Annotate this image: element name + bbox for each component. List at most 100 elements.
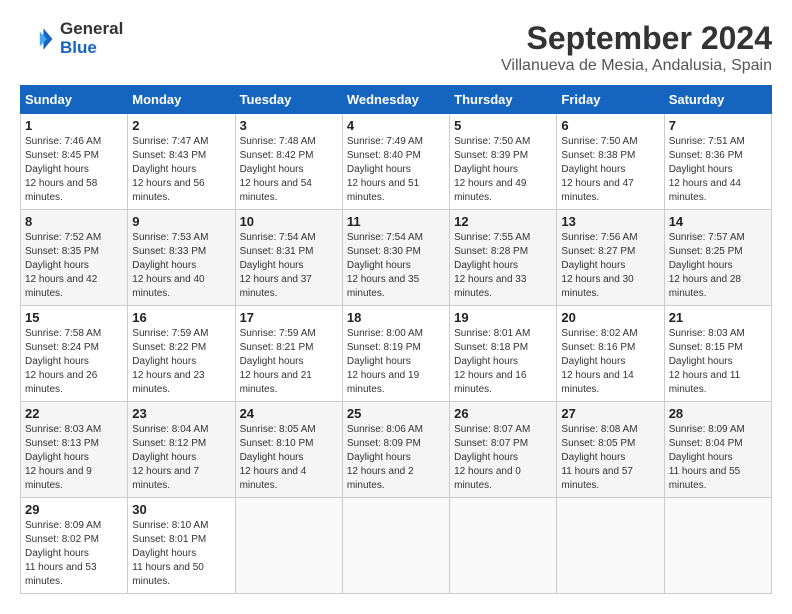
daylight-label: Daylight hours bbox=[132, 356, 196, 367]
table-cell: 6 Sunrise: 7:50 AM Sunset: 8:38 PM Dayli… bbox=[557, 114, 664, 210]
daylight-duration: 12 hours and 49 minutes. bbox=[454, 178, 526, 203]
daylight-duration: 12 hours and 44 minutes. bbox=[669, 178, 741, 203]
daylight-label: Daylight hours bbox=[240, 164, 304, 175]
daylight-duration: 12 hours and 58 minutes. bbox=[25, 178, 97, 203]
sunset-label: Sunset: 8:04 PM bbox=[669, 438, 743, 449]
table-cell: 8 Sunrise: 7:52 AM Sunset: 8:35 PM Dayli… bbox=[21, 210, 128, 306]
calendar-row: 15 Sunrise: 7:58 AM Sunset: 8:24 PM Dayl… bbox=[21, 306, 772, 402]
day-number: 12 bbox=[454, 214, 552, 229]
day-info: Sunrise: 8:01 AM Sunset: 8:18 PM Dayligh… bbox=[454, 327, 552, 397]
sunset-label: Sunset: 8:21 PM bbox=[240, 342, 314, 353]
daylight-label: Daylight hours bbox=[25, 164, 89, 175]
sunrise-label: Sunrise: 8:09 AM bbox=[669, 424, 745, 435]
table-cell: 14 Sunrise: 7:57 AM Sunset: 8:25 PM Dayl… bbox=[664, 210, 771, 306]
day-number: 21 bbox=[669, 310, 767, 325]
daylight-duration: 12 hours and 23 minutes. bbox=[132, 370, 204, 395]
daylight-label: Daylight hours bbox=[347, 164, 411, 175]
daylight-label: Daylight hours bbox=[454, 452, 518, 463]
daylight-duration: 12 hours and 35 minutes. bbox=[347, 274, 419, 299]
day-info: Sunrise: 7:49 AM Sunset: 8:40 PM Dayligh… bbox=[347, 135, 445, 205]
day-info: Sunrise: 8:09 AM Sunset: 8:02 PM Dayligh… bbox=[25, 519, 123, 589]
sunrise-label: Sunrise: 8:01 AM bbox=[454, 328, 530, 339]
day-number: 26 bbox=[454, 406, 552, 421]
day-number: 28 bbox=[669, 406, 767, 421]
sunset-label: Sunset: 8:43 PM bbox=[132, 150, 206, 161]
table-cell: 20 Sunrise: 8:02 AM Sunset: 8:16 PM Dayl… bbox=[557, 306, 664, 402]
col-thursday: Thursday bbox=[450, 86, 557, 114]
sunset-label: Sunset: 8:35 PM bbox=[25, 246, 99, 257]
table-cell: 2 Sunrise: 7:47 AM Sunset: 8:43 PM Dayli… bbox=[128, 114, 235, 210]
calendar-row: 1 Sunrise: 7:46 AM Sunset: 8:45 PM Dayli… bbox=[21, 114, 772, 210]
day-number: 4 bbox=[347, 118, 445, 133]
table-cell: 26 Sunrise: 8:07 AM Sunset: 8:07 PM Dayl… bbox=[450, 402, 557, 498]
daylight-duration: 11 hours and 55 minutes. bbox=[669, 466, 741, 491]
day-info: Sunrise: 7:58 AM Sunset: 8:24 PM Dayligh… bbox=[25, 327, 123, 397]
table-cell bbox=[664, 498, 771, 594]
sunrise-label: Sunrise: 7:48 AM bbox=[240, 136, 316, 147]
day-number: 2 bbox=[132, 118, 230, 133]
day-number: 5 bbox=[454, 118, 552, 133]
day-info: Sunrise: 8:04 AM Sunset: 8:12 PM Dayligh… bbox=[132, 423, 230, 493]
sunset-label: Sunset: 8:01 PM bbox=[132, 534, 206, 545]
sunset-label: Sunset: 8:13 PM bbox=[25, 438, 99, 449]
day-info: Sunrise: 7:46 AM Sunset: 8:45 PM Dayligh… bbox=[25, 135, 123, 205]
day-number: 20 bbox=[561, 310, 659, 325]
daylight-duration: 12 hours and 47 minutes. bbox=[561, 178, 633, 203]
sunrise-label: Sunrise: 8:00 AM bbox=[347, 328, 423, 339]
daylight-label: Daylight hours bbox=[347, 356, 411, 367]
table-cell: 21 Sunrise: 8:03 AM Sunset: 8:15 PM Dayl… bbox=[664, 306, 771, 402]
daylight-label: Daylight hours bbox=[132, 452, 196, 463]
day-number: 22 bbox=[25, 406, 123, 421]
table-cell: 29 Sunrise: 8:09 AM Sunset: 8:02 PM Dayl… bbox=[21, 498, 128, 594]
day-info: Sunrise: 7:55 AM Sunset: 8:28 PM Dayligh… bbox=[454, 231, 552, 301]
sunrise-label: Sunrise: 7:54 AM bbox=[347, 232, 423, 243]
sunrise-label: Sunrise: 7:59 AM bbox=[132, 328, 208, 339]
sunrise-label: Sunrise: 8:10 AM bbox=[132, 520, 208, 531]
daylight-label: Daylight hours bbox=[561, 356, 625, 367]
col-wednesday: Wednesday bbox=[342, 86, 449, 114]
daylight-label: Daylight hours bbox=[240, 452, 304, 463]
sunset-label: Sunset: 8:18 PM bbox=[454, 342, 528, 353]
table-cell: 22 Sunrise: 8:03 AM Sunset: 8:13 PM Dayl… bbox=[21, 402, 128, 498]
day-info: Sunrise: 8:09 AM Sunset: 8:04 PM Dayligh… bbox=[669, 423, 767, 493]
sunrise-label: Sunrise: 8:02 AM bbox=[561, 328, 637, 339]
day-number: 29 bbox=[25, 502, 123, 517]
day-number: 30 bbox=[132, 502, 230, 517]
table-cell: 9 Sunrise: 7:53 AM Sunset: 8:33 PM Dayli… bbox=[128, 210, 235, 306]
day-info: Sunrise: 7:59 AM Sunset: 8:21 PM Dayligh… bbox=[240, 327, 338, 397]
calendar-row: 8 Sunrise: 7:52 AM Sunset: 8:35 PM Dayli… bbox=[21, 210, 772, 306]
day-number: 10 bbox=[240, 214, 338, 229]
daylight-duration: 12 hours and 0 minutes. bbox=[454, 466, 521, 491]
sunrise-label: Sunrise: 7:57 AM bbox=[669, 232, 745, 243]
table-cell: 27 Sunrise: 8:08 AM Sunset: 8:05 PM Dayl… bbox=[557, 402, 664, 498]
day-number: 19 bbox=[454, 310, 552, 325]
day-number: 24 bbox=[240, 406, 338, 421]
daylight-duration: 12 hours and 2 minutes. bbox=[347, 466, 414, 491]
day-info: Sunrise: 8:07 AM Sunset: 8:07 PM Dayligh… bbox=[454, 423, 552, 493]
day-info: Sunrise: 8:03 AM Sunset: 8:13 PM Dayligh… bbox=[25, 423, 123, 493]
daylight-duration: 12 hours and 28 minutes. bbox=[669, 274, 741, 299]
daylight-duration: 12 hours and 21 minutes. bbox=[240, 370, 312, 395]
sunset-label: Sunset: 8:07 PM bbox=[454, 438, 528, 449]
table-cell bbox=[342, 498, 449, 594]
sunrise-label: Sunrise: 7:49 AM bbox=[347, 136, 423, 147]
sunrise-label: Sunrise: 7:55 AM bbox=[454, 232, 530, 243]
logo-icon bbox=[20, 21, 56, 57]
table-cell: 12 Sunrise: 7:55 AM Sunset: 8:28 PM Dayl… bbox=[450, 210, 557, 306]
sunset-label: Sunset: 8:45 PM bbox=[25, 150, 99, 161]
sunset-label: Sunset: 8:36 PM bbox=[669, 150, 743, 161]
col-monday: Monday bbox=[128, 86, 235, 114]
sunrise-label: Sunrise: 7:59 AM bbox=[240, 328, 316, 339]
table-cell: 24 Sunrise: 8:05 AM Sunset: 8:10 PM Dayl… bbox=[235, 402, 342, 498]
table-cell: 11 Sunrise: 7:54 AM Sunset: 8:30 PM Dayl… bbox=[342, 210, 449, 306]
day-number: 11 bbox=[347, 214, 445, 229]
daylight-duration: 12 hours and 56 minutes. bbox=[132, 178, 204, 203]
table-cell: 17 Sunrise: 7:59 AM Sunset: 8:21 PM Dayl… bbox=[235, 306, 342, 402]
sunrise-label: Sunrise: 7:52 AM bbox=[25, 232, 101, 243]
day-number: 23 bbox=[132, 406, 230, 421]
daylight-duration: 12 hours and 42 minutes. bbox=[25, 274, 97, 299]
sunrise-label: Sunrise: 7:47 AM bbox=[132, 136, 208, 147]
daylight-label: Daylight hours bbox=[669, 164, 733, 175]
sunset-label: Sunset: 8:31 PM bbox=[240, 246, 314, 257]
day-number: 6 bbox=[561, 118, 659, 133]
